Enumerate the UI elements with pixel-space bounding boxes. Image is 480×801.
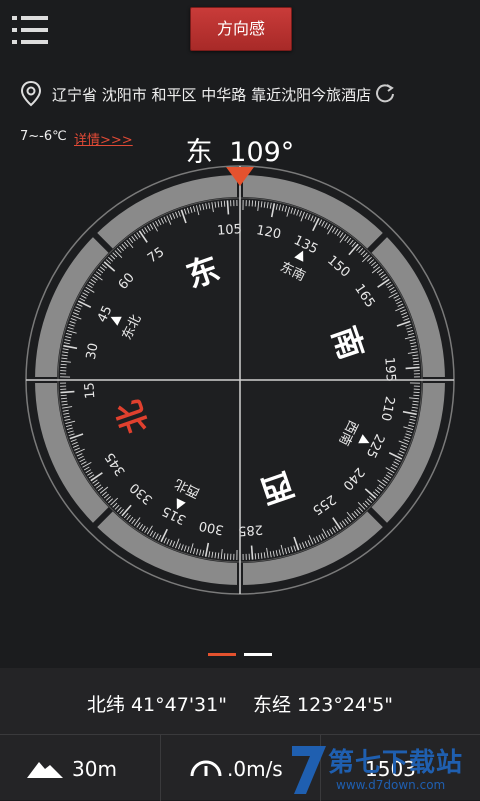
coordinates: 北纬 41°47'31" 东经 123°24'5"	[0, 690, 480, 717]
longitude: 东经 123°24'5"	[253, 694, 393, 716]
menu-icon	[12, 14, 48, 46]
altitude-value: 30m	[72, 757, 117, 781]
tick-mark	[60, 392, 74, 393]
location-row: 辽宁省 沈阳市 和平区 中华路 靠近沈阳今旅酒店	[20, 78, 460, 110]
latitude: 北纬 41°47'31"	[87, 694, 227, 716]
tick-mark	[413, 361, 419, 362]
degree-label: 15	[82, 382, 98, 400]
altitude-stat: 30m	[0, 735, 160, 801]
top-bar: 方向感	[0, 0, 480, 60]
degree-label: 195	[381, 357, 398, 383]
location-pin-icon	[20, 80, 42, 108]
tick-mark	[61, 398, 67, 399]
speed-value: .0m/s	[227, 757, 283, 781]
tick-mark	[255, 553, 256, 559]
menu-button[interactable]	[12, 14, 48, 46]
speedometer-icon	[189, 755, 223, 779]
direction-sense-button[interactable]: 方向感	[190, 7, 292, 51]
tick-mark	[224, 201, 225, 207]
watermark-logo-icon	[288, 744, 328, 796]
tick-mark	[252, 546, 253, 560]
location-text: 辽宁省 沈阳市 和平区 中华路 靠近沈阳今旅酒店	[52, 84, 371, 105]
tick-mark	[221, 201, 222, 207]
tick-mark	[227, 200, 228, 214]
tick-mark	[258, 553, 259, 559]
mountain-icon	[26, 757, 64, 779]
tick-mark	[255, 201, 256, 207]
refresh-icon[interactable]	[374, 82, 396, 104]
watermark-title: 第七下载站	[328, 742, 463, 779]
page-dot[interactable]	[244, 653, 272, 656]
degree-label: 285	[238, 521, 264, 538]
tick-mark	[406, 367, 420, 368]
tick-mark	[61, 395, 67, 396]
compass-dial[interactable]: 1530456075105120135150165195210225240255…	[0, 160, 480, 600]
watermark: 第七下载站 www.d7down.com	[288, 740, 480, 800]
page-dot[interactable]	[208, 653, 236, 656]
tick-mark	[413, 395, 419, 396]
tick-mark	[224, 553, 225, 559]
watermark-url: www.d7down.com	[336, 778, 445, 792]
page-indicator	[0, 645, 480, 665]
tick-mark	[413, 364, 419, 365]
tick-mark	[61, 364, 67, 365]
degree-label: 105	[217, 222, 243, 239]
degree-label: 30	[84, 342, 102, 361]
